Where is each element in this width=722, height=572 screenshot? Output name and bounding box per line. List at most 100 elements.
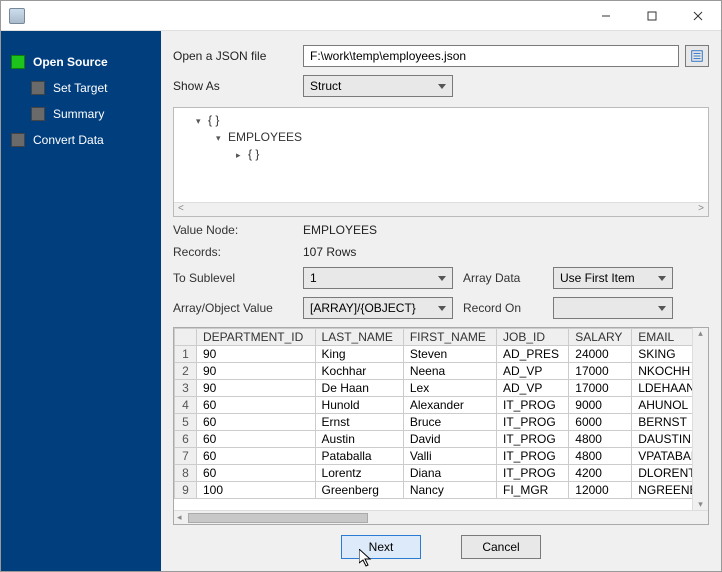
close-button[interactable] — [675, 1, 721, 31]
record-on-select[interactable] — [553, 297, 673, 319]
table-cell[interactable]: 90 — [197, 346, 316, 363]
table-cell[interactable]: 4800 — [569, 448, 632, 465]
table-cell[interactable]: AD_VP — [497, 380, 569, 397]
wizard-step-summary[interactable]: Summary — [1, 101, 161, 127]
table-row[interactable]: 460HunoldAlexanderIT_PROG9000AHUNOL — [175, 397, 708, 414]
table-cell[interactable]: Lorentz — [315, 465, 403, 482]
table-cell[interactable]: Nancy — [403, 482, 496, 499]
show-as-label: Show As — [173, 79, 303, 93]
table-cell[interactable]: Steven — [403, 346, 496, 363]
table-cell[interactable]: 90 — [197, 363, 316, 380]
expander-icon[interactable]: ▾ — [216, 130, 226, 146]
table-cell[interactable]: 12000 — [569, 482, 632, 499]
table-cell[interactable]: Kochhar — [315, 363, 403, 380]
chevron-down-icon — [438, 276, 446, 281]
column-header[interactable]: JOB_ID — [497, 329, 569, 346]
table-cell[interactable]: IT_PROG — [497, 448, 569, 465]
table-cell[interactable]: Austin — [315, 431, 403, 448]
preview-table[interactable]: DEPARTMENT_IDLAST_NAMEFIRST_NAMEJOB_IDSA… — [174, 328, 708, 499]
table-cell[interactable]: Diana — [403, 465, 496, 482]
table-cell[interactable]: AD_PRES — [497, 346, 569, 363]
scroll-left-icon[interactable]: ◂ — [174, 512, 182, 523]
column-header[interactable]: LAST_NAME — [315, 329, 403, 346]
scroll-up-icon[interactable]: ▴ — [698, 328, 703, 339]
table-cell[interactable]: 100 — [197, 482, 316, 499]
table-cell[interactable]: De Haan — [315, 380, 403, 397]
column-header[interactable]: DEPARTMENT_ID — [197, 329, 316, 346]
table-cell[interactable]: Greenberg — [315, 482, 403, 499]
browse-file-button[interactable] — [685, 45, 709, 67]
table-cell[interactable]: 4200 — [569, 465, 632, 482]
array-data-value: Use First Item — [560, 271, 635, 285]
table-cell[interactable]: 60 — [197, 465, 316, 482]
table-row[interactable]: 560ErnstBruceIT_PROG6000BERNST — [175, 414, 708, 431]
table-cell[interactable]: 24000 — [569, 346, 632, 363]
table-cell[interactable]: Hunold — [315, 397, 403, 414]
table-row[interactable]: 860LorentzDianaIT_PROG4200DLORENT — [175, 465, 708, 482]
table-v-scroll[interactable]: ▴▾ — [692, 328, 708, 510]
table-row[interactable]: 660AustinDavidIT_PROG4800DAUSTIN — [175, 431, 708, 448]
table-cell[interactable]: IT_PROG — [497, 414, 569, 431]
minimize-button[interactable] — [583, 1, 629, 31]
table-cell[interactable]: IT_PROG — [497, 397, 569, 414]
table-cell[interactable]: FI_MGR — [497, 482, 569, 499]
table-cell[interactable]: 17000 — [569, 363, 632, 380]
table-cell[interactable]: AD_VP — [497, 363, 569, 380]
table-cell[interactable]: King — [315, 346, 403, 363]
expander-icon[interactable]: ▾ — [196, 113, 206, 129]
row-number: 6 — [175, 431, 197, 448]
table-cell[interactable]: Neena — [403, 363, 496, 380]
table-h-scroll[interactable]: ◂ — [174, 510, 708, 524]
step-label: Summary — [53, 107, 104, 121]
table-cell[interactable]: Valli — [403, 448, 496, 465]
table-row[interactable]: 760PataballaValliIT_PROG4800VPATABAL — [175, 448, 708, 465]
table-cell[interactable]: Lex — [403, 380, 496, 397]
row-number: 1 — [175, 346, 197, 363]
wizard-step-set-target[interactable]: Set Target — [1, 75, 161, 101]
to-sublevel-label: To Sublevel — [173, 271, 303, 285]
table-cell[interactable]: Bruce — [403, 414, 496, 431]
table-cell[interactable]: 60 — [197, 414, 316, 431]
to-sublevel-select[interactable]: 1 — [303, 267, 453, 289]
table-row[interactable]: 290KochharNeenaAD_VP17000NKOCHH — [175, 363, 708, 380]
tree-node-employees[interactable]: ▾EMPLOYEES — [180, 129, 702, 146]
tree-node-child[interactable]: ▸{ } — [180, 146, 702, 163]
table-row[interactable]: 390De HaanLexAD_VP17000LDEHAAN — [175, 380, 708, 397]
table-cell[interactable]: IT_PROG — [497, 431, 569, 448]
table-cell[interactable]: 4800 — [569, 431, 632, 448]
table-cell[interactable]: 60 — [197, 397, 316, 414]
column-header[interactable]: SALARY — [569, 329, 632, 346]
table-cell[interactable]: IT_PROG — [497, 465, 569, 482]
table-cell[interactable]: Alexander — [403, 397, 496, 414]
array-data-select[interactable]: Use First Item — [553, 267, 673, 289]
expander-icon[interactable]: ▸ — [236, 147, 246, 163]
open-file-input[interactable] — [303, 45, 679, 67]
scroll-down-icon[interactable]: ▾ — [698, 499, 703, 510]
cancel-button[interactable]: Cancel — [461, 535, 541, 559]
table-cell[interactable]: David — [403, 431, 496, 448]
table-cell[interactable]: Pataballa — [315, 448, 403, 465]
table-cell[interactable]: 90 — [197, 380, 316, 397]
wizard-step-open-source[interactable]: Open Source — [1, 49, 161, 75]
array-object-label: Array/Object Value — [173, 301, 303, 315]
table-row[interactable]: 9100GreenbergNancyFI_MGR12000NGREENE — [175, 482, 708, 499]
table-cell[interactable]: 60 — [197, 448, 316, 465]
scroll-thumb[interactable] — [188, 513, 368, 523]
row-number: 7 — [175, 448, 197, 465]
column-header[interactable]: FIRST_NAME — [403, 329, 496, 346]
wizard-step-convert-data[interactable]: Convert Data — [1, 127, 161, 153]
tree-node-root[interactable]: ▾{ } — [180, 112, 702, 129]
table-cell[interactable]: Ernst — [315, 414, 403, 431]
show-as-select[interactable]: Struct — [303, 75, 453, 97]
table-cell[interactable]: 9000 — [569, 397, 632, 414]
maximize-button[interactable] — [629, 1, 675, 31]
array-object-select[interactable]: [ARRAY]/{OBJECT} — [303, 297, 453, 319]
table-cell[interactable]: 6000 — [569, 414, 632, 431]
next-button[interactable]: Next — [341, 535, 421, 559]
table-cell[interactable]: 60 — [197, 431, 316, 448]
table-cell[interactable]: 17000 — [569, 380, 632, 397]
chevron-down-icon — [658, 306, 666, 311]
table-row[interactable]: 190KingStevenAD_PRES24000SKING — [175, 346, 708, 363]
json-tree[interactable]: ▾{ } ▾EMPLOYEES ▸{ } <> — [173, 107, 709, 217]
tree-h-scroll[interactable]: <> — [174, 202, 708, 216]
